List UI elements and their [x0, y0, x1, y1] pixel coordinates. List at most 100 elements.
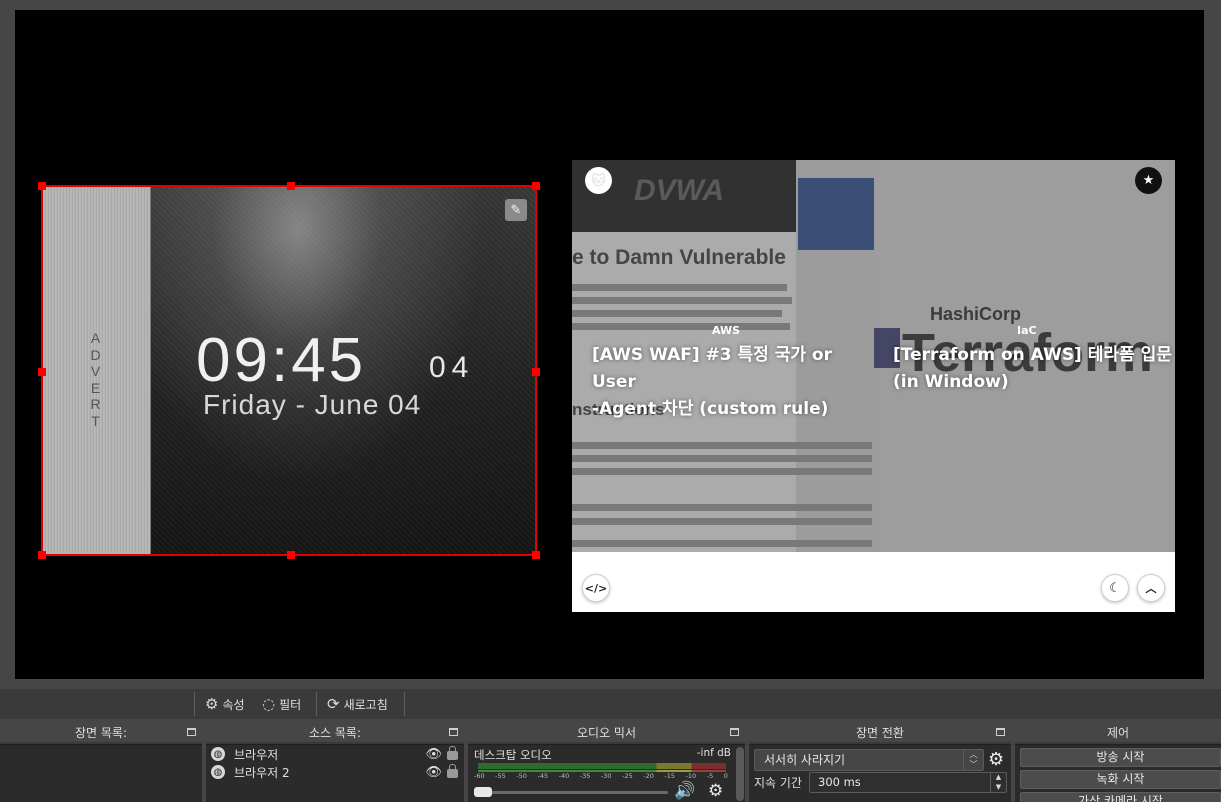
scenes-title: 장면 목록: — [0, 724, 202, 742]
meter-tick: 0 — [723, 772, 728, 780]
meter-tick: -50 — [516, 772, 527, 780]
spinner-icon[interactable]: ▲ ▼ — [990, 773, 1006, 792]
transitions-dock: 장면 전환 서서히 사라지기 ︿ ﹀ ⚙ 지속 기간 300 ms ▲ ▼ — [749, 724, 1011, 802]
float-dock-icon[interactable] — [187, 728, 196, 736]
duration-label: 지속 기간 — [754, 776, 802, 790]
duration-input[interactable]: 300 ms ▲ ▼ — [809, 772, 1007, 793]
globe-icon: ◍ — [211, 765, 225, 779]
gear-icon: ⚙ — [205, 695, 219, 713]
properties-label: 속성 — [222, 697, 245, 712]
card-title: [Terraform on AWS] 테라폼 입문 (in Window) — [893, 342, 1175, 396]
source-name: 브라우저 2 — [234, 765, 290, 780]
moon-icon[interactable]: ☾ — [1101, 574, 1129, 602]
meter-tick: -45 — [537, 772, 549, 780]
globe-icon: ◍ — [211, 747, 225, 761]
transitions-title: 장면 전환 — [749, 724, 1011, 742]
meter-tick: -30 — [600, 772, 612, 780]
card-tag: IaC — [1017, 324, 1037, 337]
card-tag: AWS — [712, 324, 741, 337]
toolbar-separator — [316, 692, 317, 716]
meter-tick: -55 — [495, 772, 506, 780]
card-title-line: -Agent 차단 (custom rule) — [592, 399, 829, 419]
meter-tick: -15 — [664, 772, 676, 780]
mixer-body: 데스크탑 오디오 -inf dB -60 -55 -50 -45 -40 -35… — [468, 744, 745, 802]
mixer-title: 오디오 믹서 — [468, 724, 745, 742]
blog-cards: DVWA e to Damn Vulnerable nstructions Ha… — [572, 160, 1175, 552]
meter-scale: -60 -55 -50 -45 -40 -35 -30 -25 -20 -15 … — [474, 772, 728, 780]
clock-time: 09:45 — [196, 326, 367, 395]
card-title: [AWS WAF] #3 특정 국가 or User -Agent 차단 (cu… — [592, 342, 872, 423]
advert-bar: A D V E R T — [41, 185, 151, 556]
meter-tick: -25 — [622, 772, 633, 780]
meter-tick: -35 — [579, 772, 591, 780]
blog-source[interactable]: DVWA e to Damn Vulnerable nstructions Ha… — [572, 160, 1175, 612]
lock-icon[interactable] — [447, 746, 458, 760]
card-title-line: (in Window) — [893, 372, 1009, 392]
chevron-up-icon[interactable]: ︿ — [1137, 574, 1165, 602]
gear-icon[interactable]: ⚙ — [708, 781, 723, 801]
audio-mixer-dock: 오디오 믹서 데스크탑 오디오 -inf dB -60 -55 -50 -45 … — [468, 724, 745, 802]
lock-icon[interactable] — [447, 764, 458, 778]
sources-list: ◍ 브라우저 👁 ◍ 브라우저 2 👁 — [206, 744, 464, 802]
start-recording-button[interactable]: 녹화 시작 — [1020, 770, 1221, 789]
clock-seconds: 04 — [429, 351, 475, 384]
float-dock-icon[interactable] — [449, 728, 458, 736]
meter-tick: -20 — [643, 772, 654, 780]
clock-date: Friday - June 04 — [203, 389, 422, 420]
chevron-updown-icon: ︿ ﹀ — [963, 750, 983, 770]
controls-title: 제어 — [1015, 724, 1221, 742]
start-virtual-camera-button[interactable]: 가상 카메라 시작 — [1020, 792, 1221, 802]
advert-letter: R — [90, 396, 102, 412]
volume-meter — [478, 763, 726, 769]
eye-icon[interactable]: 👁 — [425, 747, 442, 762]
meter-tick: -5 — [706, 772, 714, 780]
properties-button[interactable]: ⚙ 속성 — [205, 693, 245, 715]
volume-slider-handle[interactable] — [474, 787, 492, 797]
brush-icon[interactable]: ✎ — [505, 199, 527, 221]
start-streaming-button[interactable]: 방송 시작 — [1020, 748, 1221, 767]
refresh-label: 새로고침 — [343, 697, 388, 712]
scenes-list[interactable] — [0, 744, 202, 802]
advert-letter: T — [91, 412, 101, 429]
mixer-scrollbar[interactable] — [736, 747, 744, 801]
float-dock-icon[interactable] — [730, 728, 739, 736]
refresh-button[interactable]: ⟳ 새로고침 — [327, 693, 388, 715]
duration-value: 300 ms — [818, 775, 861, 789]
volume-slider[interactable] — [474, 791, 668, 794]
sources-dock: 소스 목록: ◍ 브라우저 👁 ◍ 브라우저 2 👁 — [206, 724, 464, 802]
filters-button[interactable]: ◌ 필터 — [262, 693, 301, 715]
gear-icon[interactable]: ⚙ — [988, 749, 1004, 770]
scenes-dock: 장면 목록: — [0, 724, 202, 802]
toolbar-separator — [404, 692, 405, 716]
transition-select[interactable]: 서서히 사라지기 ︿ ﹀ — [754, 749, 984, 771]
float-dock-icon[interactable] — [996, 728, 1005, 736]
code-icon[interactable]: </> — [582, 574, 610, 602]
advert-text: A D V E R T — [41, 330, 151, 429]
avatar[interactable]: 🐱 — [585, 167, 612, 194]
preview-canvas[interactable]: A D V E R T 09:45 04 Friday - June 04 ✎ — [15, 10, 1204, 679]
sources-title: 소스 목록: — [206, 724, 464, 742]
meter-tick: -10 — [685, 772, 697, 780]
refresh-icon: ⟳ — [327, 695, 340, 713]
transition-selected: 서서히 사라지기 — [764, 753, 846, 767]
star-icon[interactable]: ★ — [1135, 167, 1162, 194]
controls-body: 방송 시작 녹화 시작 가상 카메라 시작 — [1015, 744, 1221, 802]
source-item[interactable]: ◍ 브라우저 👁 — [206, 745, 464, 763]
clock-source[interactable]: A D V E R T 09:45 04 Friday - June 04 ✎ — [41, 185, 537, 556]
source-item[interactable]: ◍ 브라우저 2 👁 — [206, 763, 464, 781]
card-title-line: [Terraform on AWS] 테라폼 입문 — [893, 345, 1172, 365]
filters-label: 필터 — [279, 697, 302, 712]
eye-icon[interactable]: 👁 — [425, 765, 442, 780]
source-toolbar — [0, 689, 1221, 719]
toolbar-separator — [194, 692, 195, 716]
source-name: 브라우저 — [234, 747, 279, 762]
meter-tick: -60 — [474, 772, 485, 780]
meter-tick: -40 — [558, 772, 570, 780]
advert-letter: V — [90, 363, 102, 379]
mixer-channel-name: 데스크탑 오디오 — [474, 748, 552, 762]
mixer-level: -inf dB — [696, 747, 731, 759]
speaker-icon[interactable]: 🔊 — [674, 781, 695, 801]
filter-icon: ◌ — [262, 695, 276, 713]
advert-letter: A — [90, 330, 102, 346]
controls-dock: 제어 방송 시작 녹화 시작 가상 카메라 시작 — [1015, 724, 1221, 802]
